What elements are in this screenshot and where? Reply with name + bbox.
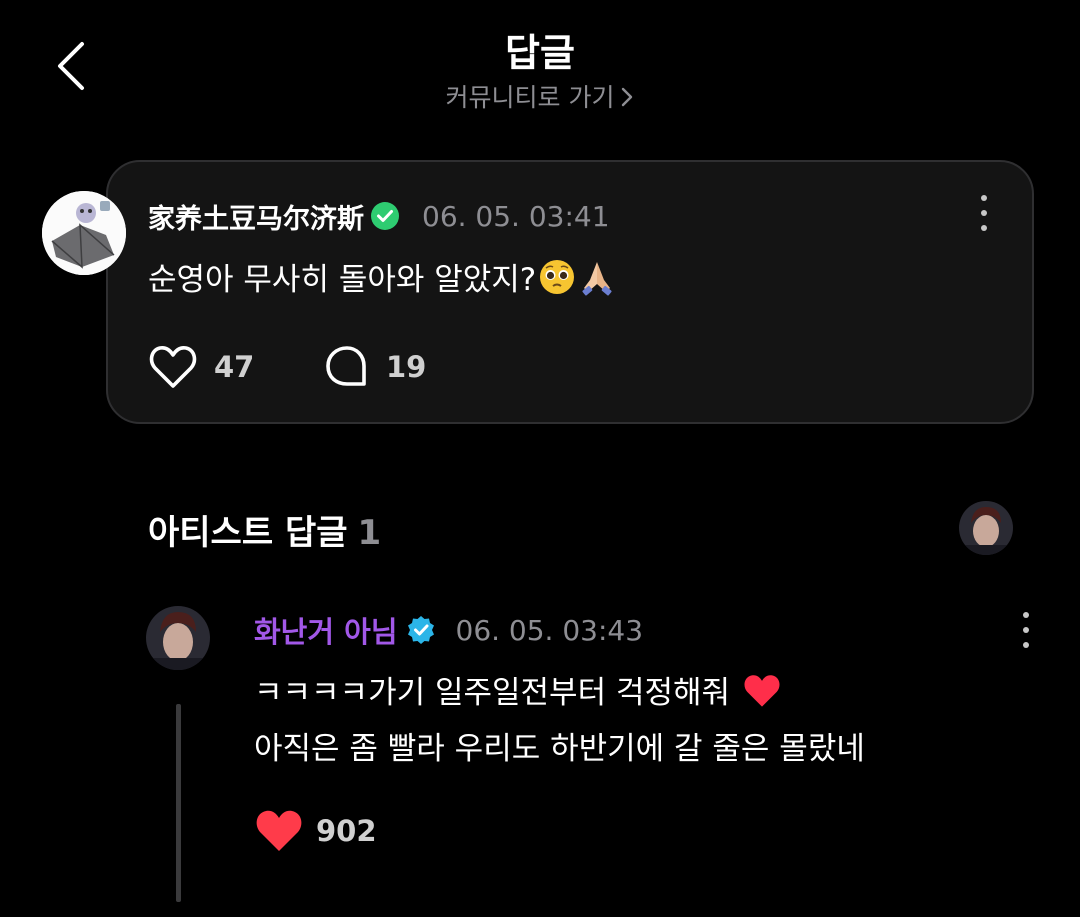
reply-body: ㅋㅋㅋㅋ가기 일주일전부터 걱정해줘 아직은 좀 빨라 우리도 하반기에 갈 줄…	[254, 668, 865, 774]
comment-icon	[326, 346, 366, 386]
reply-like-count: 902	[316, 814, 377, 848]
chevron-right-icon	[620, 85, 634, 114]
go-to-community-link[interactable]: 커뮤니티로 가기	[0, 78, 1080, 114]
reply-author-row: 화난거 아님 06. 05. 03:43	[254, 610, 643, 650]
post-body: 순영아 무사히 돌아와 알았지?	[148, 254, 616, 304]
avatar[interactable]	[42, 191, 126, 275]
reply-line-1-text: ㅋㅋㅋㅋ가기 일주일전부터 걱정해줘	[254, 675, 731, 711]
dot	[981, 225, 987, 231]
page-title: 답글	[505, 31, 575, 75]
artist-avatar-image	[959, 501, 1013, 555]
user-avatar-image	[42, 191, 126, 275]
section-title: 아티스트 답글	[148, 513, 348, 553]
comment-count: 19	[386, 350, 427, 384]
verified-badge-icon	[371, 202, 399, 230]
dot	[981, 195, 987, 201]
reply-avatar[interactable]	[146, 606, 210, 670]
reply-timestamp: 06. 05. 03:43	[455, 613, 644, 647]
more-options-button[interactable]	[978, 195, 990, 231]
artist-replies-heading: 아티스트 답글 1	[148, 505, 381, 554]
like-count: 47	[214, 350, 255, 384]
dot	[1023, 642, 1029, 648]
pleading-face-icon	[538, 258, 576, 304]
post-timestamp: 06. 05. 03:41	[422, 199, 610, 233]
reply-more-options-button[interactable]	[1020, 612, 1032, 648]
post-text: 순영아 무사히 돌아와 알았지?	[148, 262, 537, 298]
like-button[interactable]: 47	[148, 344, 254, 390]
reply-line-2: 아직은 좀 빨라 우리도 하반기에 갈 줄은 몰랐네	[254, 731, 865, 767]
reply-like-button[interactable]: 902	[254, 808, 377, 854]
heart-outline-icon	[149, 346, 197, 388]
comment-button[interactable]: 19	[324, 344, 426, 390]
post-author-row: 家养土豆马尔济斯 06. 05. 03:41	[148, 196, 610, 236]
post-author-name[interactable]: 家养土豆马尔济斯	[148, 197, 364, 236]
dot	[1023, 627, 1029, 633]
section-count: 1	[357, 513, 382, 553]
heart-filled-icon	[256, 810, 302, 851]
thread-line	[176, 704, 181, 902]
artist-avatar-image	[146, 606, 210, 670]
reply-author-name[interactable]: 화난거 아님	[254, 609, 398, 651]
red-heart-icon	[742, 673, 782, 724]
folded-hands-icon	[578, 258, 616, 304]
artist-avatar-small[interactable]	[959, 501, 1013, 555]
community-link-label: 커뮤니티로 가기	[445, 83, 615, 112]
verified-badge-icon	[407, 616, 434, 644]
reply-line-1: ㅋㅋㅋㅋ가기 일주일전부터 걱정해줘	[254, 668, 865, 724]
dot	[981, 210, 987, 216]
dot	[1023, 612, 1029, 618]
